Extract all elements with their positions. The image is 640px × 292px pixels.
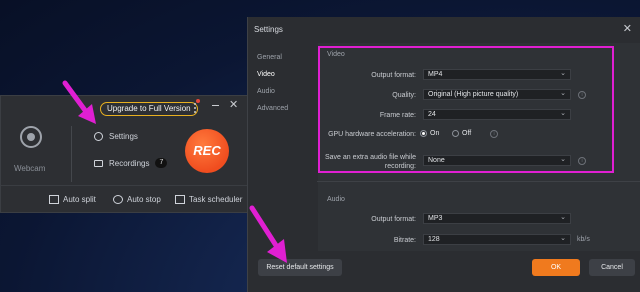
folder-icon <box>94 159 103 167</box>
chevron-down-icon: ⌄ <box>560 214 566 221</box>
settings-menu-item[interactable]: Settings <box>94 132 138 141</box>
pointer-arrow-icon <box>62 80 96 124</box>
settings-menu-label: Settings <box>109 132 138 141</box>
calendar-icon <box>175 195 185 204</box>
settings-nav: General Video Audio Advanced <box>257 54 288 122</box>
bitrate-unit: kb/s <box>577 236 590 243</box>
webcam-icon <box>20 126 42 148</box>
bitrate-label: Bitrate: <box>393 237 416 244</box>
minimize-icon[interactable] <box>212 105 219 106</box>
bitrate-select[interactable]: 128 ⌄ <box>423 234 571 245</box>
audio-section-title: Audio <box>327 196 345 203</box>
task-scheduler-button[interactable]: Task scheduler <box>175 195 242 204</box>
nav-item-video[interactable]: Video <box>257 71 288 88</box>
nav-item-advanced[interactable]: Advanced <box>257 105 288 122</box>
recordings-menu-label: Recordings <box>109 158 150 168</box>
notification-dot <box>196 99 200 103</box>
recorder-toolbar: Auto split Auto stop Task scheduler <box>1 185 247 213</box>
nav-item-audio[interactable]: Audio <box>257 88 288 105</box>
gear-icon <box>94 132 103 141</box>
bitrate-value: 128 <box>428 236 440 243</box>
clock-icon <box>113 195 123 204</box>
dialog-title: Settings <box>254 25 283 34</box>
close-icon[interactable]: ✕ <box>623 22 632 35</box>
auto-split-button[interactable]: Auto split <box>49 195 96 204</box>
divider <box>71 126 72 182</box>
pointer-arrow-icon <box>249 205 287 263</box>
close-icon[interactable]: ✕ <box>229 99 238 111</box>
recordings-menu-item[interactable]: Recordings 7 <box>94 158 168 168</box>
section-divider <box>317 181 640 182</box>
recorder-window: Upgrade to Full Version ✕ Webcam Setting… <box>0 95 248 213</box>
video-highlight-box <box>318 46 614 173</box>
recorder-titlebar: Upgrade to Full Version ✕ <box>1 96 247 120</box>
recordings-count-badge: 7 <box>155 158 168 168</box>
chevron-down-icon: ⌄ <box>560 235 566 242</box>
webcam-button[interactable] <box>13 126 49 148</box>
auto-stop-button[interactable]: Auto stop <box>113 195 161 204</box>
audio-output-format-label: Output format: <box>371 216 416 223</box>
more-menu-icon[interactable] <box>192 103 198 115</box>
webcam-label: Webcam <box>14 164 46 173</box>
cancel-button[interactable]: Cancel <box>589 259 635 276</box>
rec-button[interactable]: REC <box>185 129 229 173</box>
auto-split-icon <box>49 195 59 204</box>
upgrade-button[interactable]: Upgrade to Full Version <box>100 102 198 116</box>
auto-split-label: Auto split <box>63 195 96 204</box>
audio-output-format-select[interactable]: MP3 ⌄ <box>423 213 571 224</box>
ok-button[interactable]: OK <box>532 259 580 276</box>
audio-output-format-value: MP3 <box>428 215 443 222</box>
nav-item-general[interactable]: General <box>257 54 288 71</box>
auto-stop-label: Auto stop <box>127 195 161 204</box>
task-scheduler-label: Task scheduler <box>189 195 243 204</box>
